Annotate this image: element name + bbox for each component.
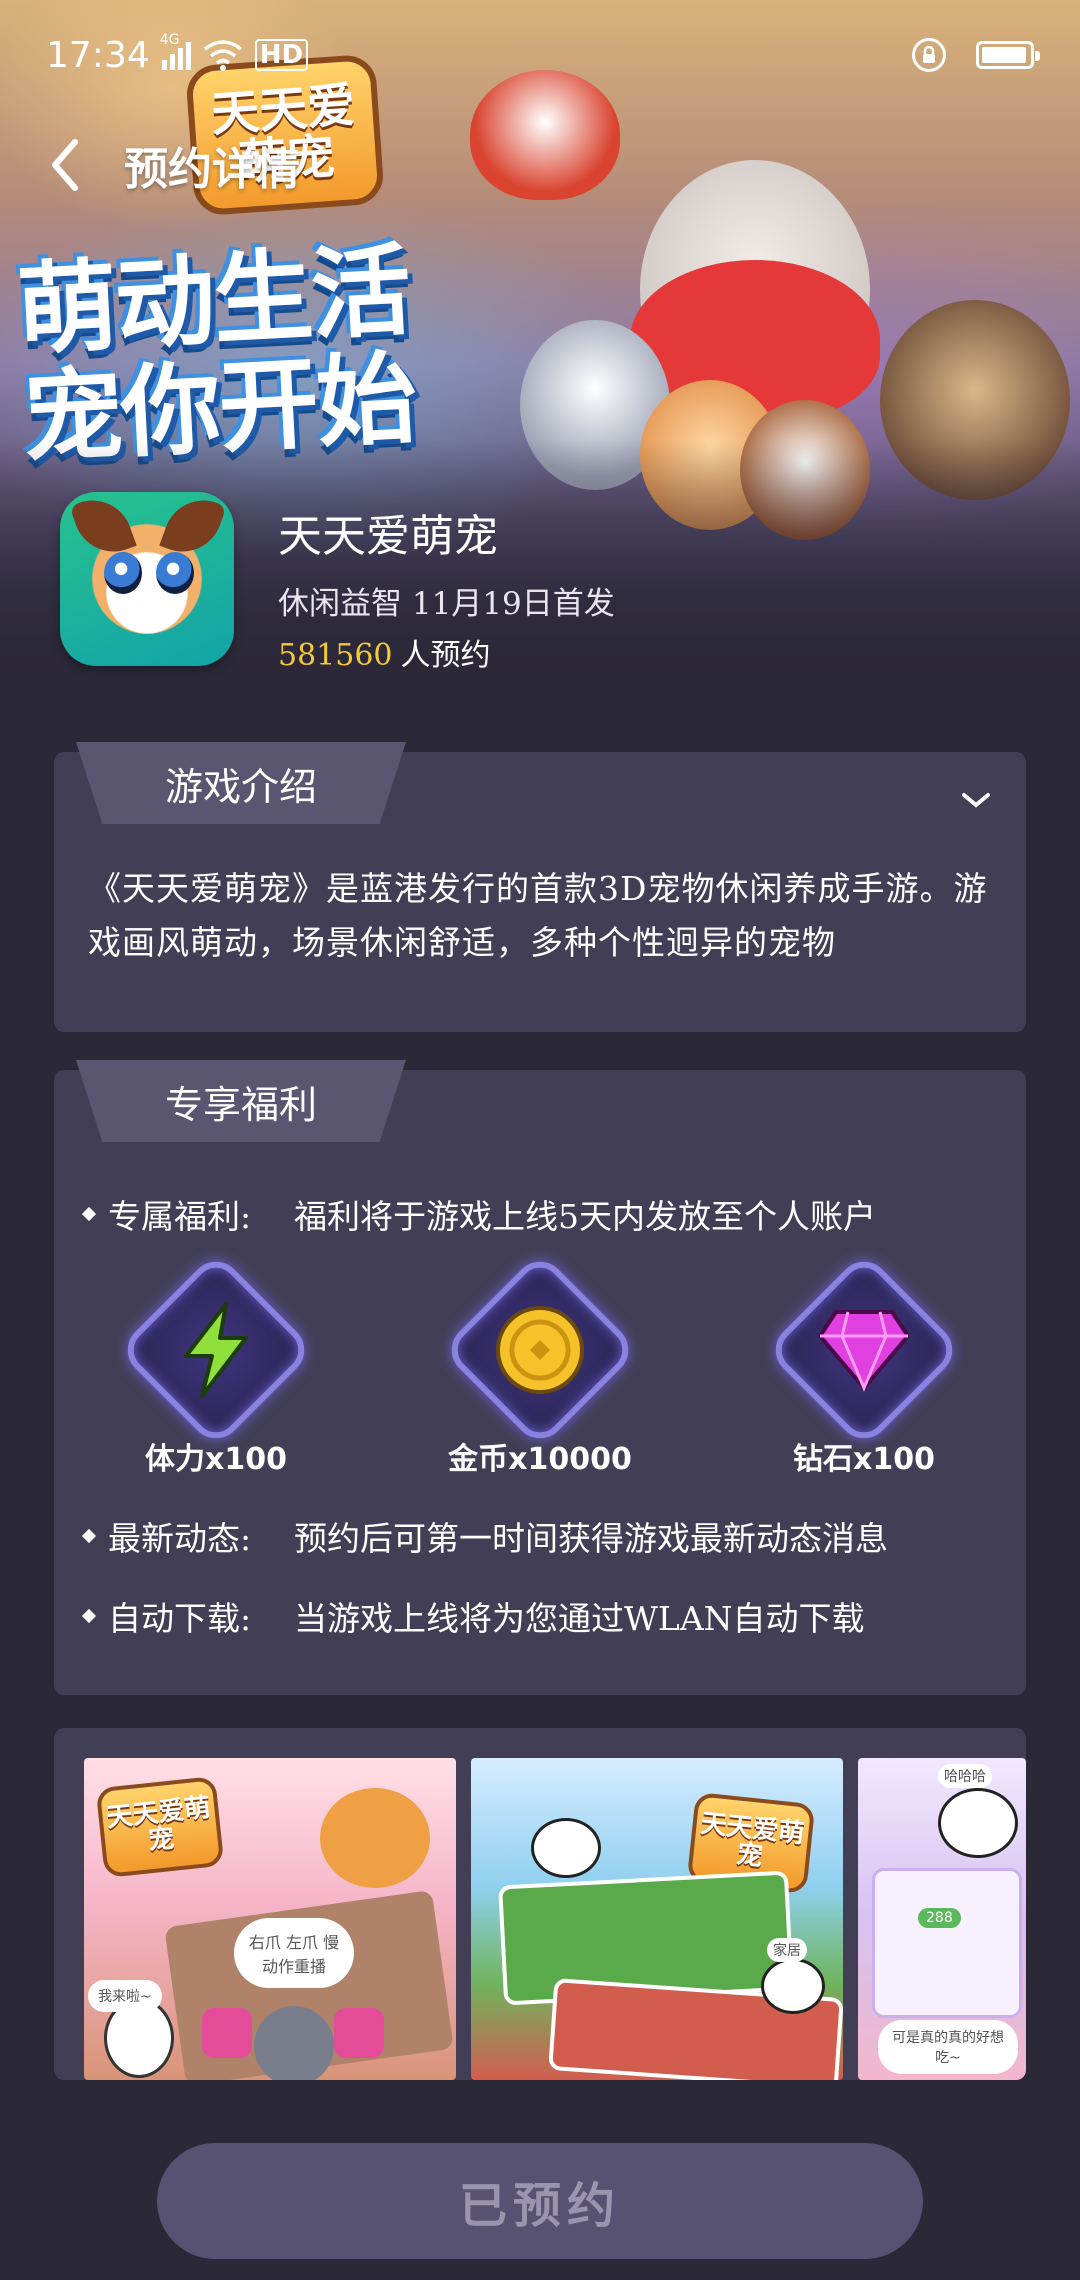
reservation-detail-page: 天天爱萌宠 萌动生活 宠你开始 17:34 4G HD 预约详情 天天爱萌宠 休…	[0, 0, 1080, 2280]
bullet-icon	[81, 1206, 97, 1222]
reward-label: 金币x10000	[448, 1442, 632, 1477]
screenshot-1[interactable]: 天天爱萌宠 右爪 左爪 慢动作重播 我来啦~	[84, 1758, 456, 2080]
benefit-row-exclusive: 专属福利: 福利将于游戏上线5天内发放至个人账户	[81, 1190, 876, 1238]
app-icon	[60, 492, 234, 666]
benefit-row-news: 最新动态: 预约后可第一时间获得游戏最新动态消息	[81, 1512, 888, 1560]
intro-text: 《天天爱萌宠》是蓝港发行的首款3D宠物休闲养成手游。游戏画风萌动，场景休闲舒适，…	[88, 869, 988, 962]
screenshot-logo: 天天爱萌宠	[95, 1775, 225, 1879]
reward-label: 体力x100	[145, 1442, 287, 1477]
game-intro-card: 游戏介绍 《天天爱萌宠》是蓝港发行的首款3D宠物休闲养成手游。游戏画风萌动，场景…	[54, 742, 1026, 1032]
benefit-value: 福利将于游戏上线5天内发放至个人账户	[294, 1197, 876, 1236]
screenshot-2[interactable]: 天天爱萌宠 家居	[471, 1758, 843, 2080]
cat-character	[320, 1788, 430, 1888]
reserved-button[interactable]: 已预约	[157, 2143, 923, 2259]
diamond-icon	[818, 1310, 910, 1392]
bullet-icon	[81, 1528, 97, 1544]
pink-tile	[334, 2008, 384, 2058]
benefit-value: 预约后可第一时间获得游戏最新动态消息	[294, 1519, 888, 1558]
gold-coin-icon	[496, 1306, 584, 1394]
benefits-card: 专享福利 专属福利: 福利将于游戏上线5天内发放至个人账户 体力x100 金币x…	[54, 1060, 1026, 1695]
panda-character	[531, 1818, 601, 1878]
app-name: 天天爱萌宠	[278, 511, 498, 562]
reserve-count: 581560 人预约	[278, 630, 491, 674]
screenshot-tag: 家居	[767, 1938, 807, 1962]
clock: 17:34	[46, 34, 150, 76]
chevron-down-icon[interactable]	[956, 780, 996, 820]
shop-panel	[872, 1868, 1022, 2018]
reward-gold: 金币x10000	[430, 1251, 650, 1478]
app-meta: 休闲益智 11月19日首发	[278, 586, 615, 622]
screenshot-3[interactable]: 哈哈哈 288 可是真的真的好想吃~	[858, 1758, 1026, 2080]
pink-tile	[202, 2008, 252, 2058]
page-title: 预约详情	[124, 144, 300, 195]
benefits-tab: 专享福利	[76, 1060, 406, 1142]
network-type: 4G	[159, 32, 180, 48]
panda-character	[761, 1958, 825, 2014]
screenshots-card: 天天爱萌宠 右爪 左爪 慢动作重播 我来啦~ 天天爱萌宠 家居 哈哈哈 288 …	[54, 1728, 1026, 2080]
hero-slogan: 萌动生活 宠你开始	[14, 232, 496, 477]
reserve-number: 581560	[278, 638, 393, 673]
panda-character	[938, 1788, 1018, 1858]
benefit-row-autodownload: 自动下载: 当游戏上线将为您通过WLAN自动下载	[81, 1592, 865, 1640]
benefit-value: 当游戏上线将为您通过WLAN自动下载	[294, 1599, 865, 1638]
price-tag: 288	[918, 1908, 961, 1928]
hd-icon: HD	[254, 39, 309, 71]
nav-bar: 预约详情	[0, 110, 1080, 220]
reward-stamina: 体力x100	[106, 1251, 326, 1478]
lightning-icon	[184, 1302, 248, 1398]
reserve-suffix: 人预约	[400, 638, 491, 673]
screenshot-tag: 哈哈哈	[938, 1764, 992, 1788]
benefit-label: 专属福利:	[108, 1197, 252, 1236]
signal-icon: 4G	[160, 32, 191, 70]
reward-label: 钻石x100	[793, 1442, 935, 1477]
intro-tab: 游戏介绍	[76, 742, 406, 824]
benefit-label: 自动下载:	[108, 1599, 252, 1638]
screenshot-bubble: 可是真的真的好想吃~	[878, 2020, 1018, 2074]
battery-icon	[976, 41, 1040, 69]
back-arrow-icon[interactable]	[40, 130, 90, 200]
status-right	[912, 38, 1040, 72]
status-bar: 17:34 4G HD	[0, 0, 1080, 110]
reward-diamond: 钻石x100	[754, 1251, 974, 1478]
dog-character	[254, 2006, 334, 2080]
status-left: 17:34 4G HD	[46, 32, 309, 76]
wifi-icon	[203, 40, 242, 71]
lock-icon	[912, 38, 946, 72]
benefit-label: 最新动态:	[108, 1519, 252, 1558]
bullet-icon	[81, 1608, 97, 1624]
screenshot-tag: 我来啦~	[88, 1980, 162, 2012]
screenshot-bubble: 右爪 左爪 慢动作重播	[234, 1918, 354, 1988]
